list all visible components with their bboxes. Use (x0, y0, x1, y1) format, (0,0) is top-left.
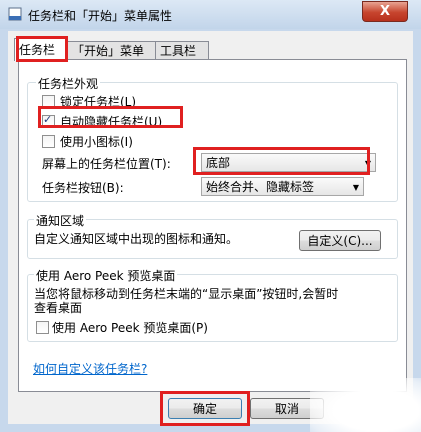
title-bar[interactable]: 任务栏和「开始」菜单属性 X (0, 0, 421, 29)
auto-hide-checkbox[interactable] (42, 113, 55, 128)
tab-panel: 任务栏外观 锁定任务栏(L) 自动隐藏任务栏(U) 使用小图标(I) 屏幕上的任… (18, 59, 407, 392)
small-icons-label: 使用小图标(I) (60, 135, 133, 149)
aero-peek-group: 使用 Aero Peek 预览桌面 当您将鼠标移动到任务栏末端的“显示桌面”按钮… (27, 267, 398, 342)
taskbar-location-select[interactable]: 底部 ▼ (201, 153, 376, 172)
window-title: 任务栏和「开始」菜单属性 (28, 9, 173, 23)
dropdown-arrow-icon: ▼ (364, 159, 371, 168)
watermark-blur (310, 378, 421, 432)
dropdown-arrow-icon: ▼ (352, 183, 359, 192)
customize-button[interactable]: 自定义(C)... (299, 230, 381, 251)
ok-button[interactable]: 确定 (168, 398, 242, 419)
appearance-group-label: 任务栏外观 (36, 75, 101, 92)
aero-peek-group-label: 使用 Aero Peek 预览桌面 (34, 267, 178, 284)
close-button[interactable]: X (362, 1, 408, 22)
appearance-group: 任务栏外观 锁定任务栏(L) 自动隐藏任务栏(U) 使用小图标(I) 屏幕上的任… (27, 75, 398, 202)
taskbar-location-label: 屏幕上的任务栏位置(T): (42, 157, 171, 171)
properties-window: 任务栏和「开始」菜单属性 X 任务栏 「开始」菜单 工具栏 任务栏外观 锁定任务… (0, 0, 421, 432)
aero-peek-checkbox-label: 使用 Aero Peek 预览桌面(P) (52, 321, 208, 335)
taskbar-location-value: 底部 (206, 156, 231, 170)
auto-hide-label: 自动隐藏任务栏(U) (60, 115, 163, 129)
tab-toolbars[interactable]: 工具栏 (155, 41, 209, 60)
lock-taskbar-checkbox[interactable] (42, 95, 55, 108)
help-link[interactable]: 如何自定义该任务栏? (33, 360, 147, 377)
taskbar-buttons-value: 始终合并、隐藏标签 (206, 180, 315, 194)
aero-peek-description-line2: 查看桌面 (34, 301, 83, 315)
notification-description: 自定义通知区域中出现的图标和通知。 (34, 232, 239, 246)
taskbar-buttons-label: 任务栏按钮(B): (42, 181, 124, 195)
small-icons-checkbox[interactable] (42, 135, 55, 148)
taskbar-app-icon (8, 7, 22, 21)
notification-group-label: 通知区域 (34, 212, 87, 229)
aero-peek-checkbox[interactable] (36, 321, 49, 334)
taskbar-buttons-select[interactable]: 始终合并、隐藏标签 ▼ (201, 177, 364, 196)
lock-taskbar-label: 锁定任务栏(L) (60, 95, 137, 109)
notification-group: 通知区域 自定义通知区域中出现的图标和通知。 自定义(C)... (27, 212, 398, 259)
tab-taskbar[interactable]: 任务栏 (14, 38, 68, 61)
tab-start-menu[interactable]: 「开始」菜单 (67, 41, 157, 60)
